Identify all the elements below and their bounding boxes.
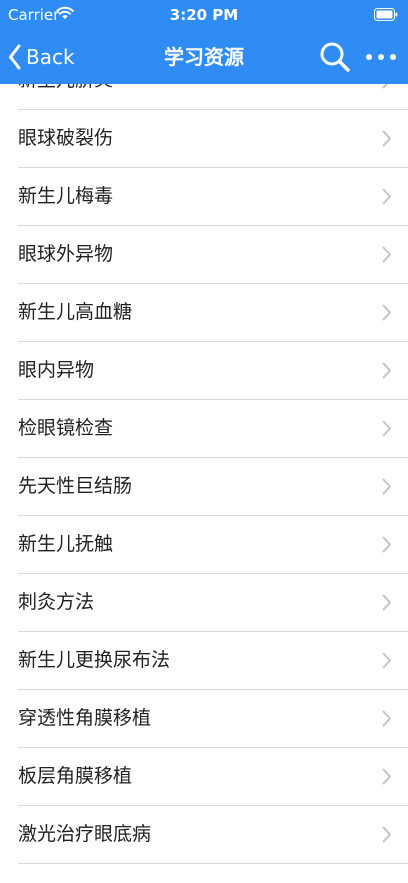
chevron-right-icon bbox=[382, 826, 391, 843]
chevron-right-icon bbox=[382, 188, 391, 205]
list-item[interactable]: 眼球破裂伤 bbox=[18, 110, 408, 168]
chevron-right-icon bbox=[382, 768, 391, 785]
chevron-right-icon bbox=[382, 304, 391, 321]
chevron-right-icon bbox=[382, 652, 391, 669]
chevron-right-icon bbox=[382, 246, 391, 263]
list-item[interactable]: 检眼镜检查 bbox=[18, 400, 408, 458]
chevron-right-icon bbox=[382, 594, 391, 611]
resource-list[interactable]: 新生儿脐炎 眼球破裂伤 新生儿梅毒 眼球外异物 新生儿高血糖 眼内异物 检眼镜检… bbox=[0, 84, 408, 883]
list-item-label: 激光治疗眼底病 bbox=[18, 823, 152, 845]
list-item-label: 眼球破裂伤 bbox=[18, 127, 114, 149]
chevron-right-icon bbox=[382, 130, 391, 147]
list-item-label: 眼球外异物 bbox=[18, 243, 114, 265]
list-item-label: 先天性巨结肠 bbox=[18, 475, 133, 497]
list-item-label: 新生儿高血糖 bbox=[18, 301, 133, 323]
ellipsis-icon bbox=[366, 54, 396, 60]
list-item[interactable]: 板层角膜移植 bbox=[18, 748, 408, 806]
list-item[interactable]: 眼球外异物 bbox=[18, 226, 408, 284]
list-item-label: 眼内异物 bbox=[18, 359, 95, 381]
more-button[interactable] bbox=[364, 40, 398, 74]
resource-list-content: 新生儿脐炎 眼球破裂伤 新生儿梅毒 眼球外异物 新生儿高血糖 眼内异物 检眼镜检… bbox=[0, 84, 408, 883]
list-item[interactable]: 新生儿抚触 bbox=[18, 516, 408, 574]
list-item[interactable] bbox=[18, 864, 408, 883]
list-item-label: 新生儿抚触 bbox=[18, 533, 114, 555]
chevron-right-icon bbox=[382, 420, 391, 437]
list-item[interactable]: 新生儿梅毒 bbox=[18, 168, 408, 226]
list-item-label: 穿透性角膜移植 bbox=[18, 707, 152, 729]
list-item-label: 新生儿脐炎 bbox=[18, 84, 113, 109]
navigation-bar: Back 学习资源 bbox=[0, 30, 408, 84]
list-item[interactable]: 新生儿高血糖 bbox=[18, 284, 408, 342]
chevron-right-icon bbox=[382, 536, 391, 553]
chevron-right-icon bbox=[382, 478, 391, 495]
chevron-right-icon bbox=[382, 710, 391, 727]
search-icon bbox=[320, 42, 350, 72]
chevron-right-icon bbox=[382, 362, 391, 379]
list-item-label: 板层角膜移植 bbox=[18, 765, 133, 787]
list-item[interactable]: 穿透性角膜移植 bbox=[18, 690, 408, 748]
status-bar: Carrier 3:20 PM bbox=[0, 0, 408, 30]
search-button[interactable] bbox=[318, 40, 352, 74]
list-item-label: 检眼镜检查 bbox=[18, 417, 114, 439]
list-item-label: 新生儿梅毒 bbox=[18, 185, 114, 207]
list-item[interactable]: 新生儿脐炎 bbox=[18, 84, 408, 110]
list-item[interactable]: 眼内异物 bbox=[18, 342, 408, 400]
chevron-right-icon bbox=[382, 84, 389, 89]
list-item-label: 新生儿更换尿布法 bbox=[18, 649, 171, 671]
list-item[interactable]: 刺灸方法 bbox=[18, 574, 408, 632]
list-item[interactable]: 先天性巨结肠 bbox=[18, 458, 408, 516]
battery-icon bbox=[374, 8, 398, 21]
list-item[interactable]: 新生儿更换尿布法 bbox=[18, 632, 408, 690]
list-item[interactable]: 激光治疗眼底病 bbox=[18, 806, 408, 864]
list-item-label: 刺灸方法 bbox=[18, 591, 95, 613]
status-time: 3:20 PM bbox=[169, 6, 239, 24]
